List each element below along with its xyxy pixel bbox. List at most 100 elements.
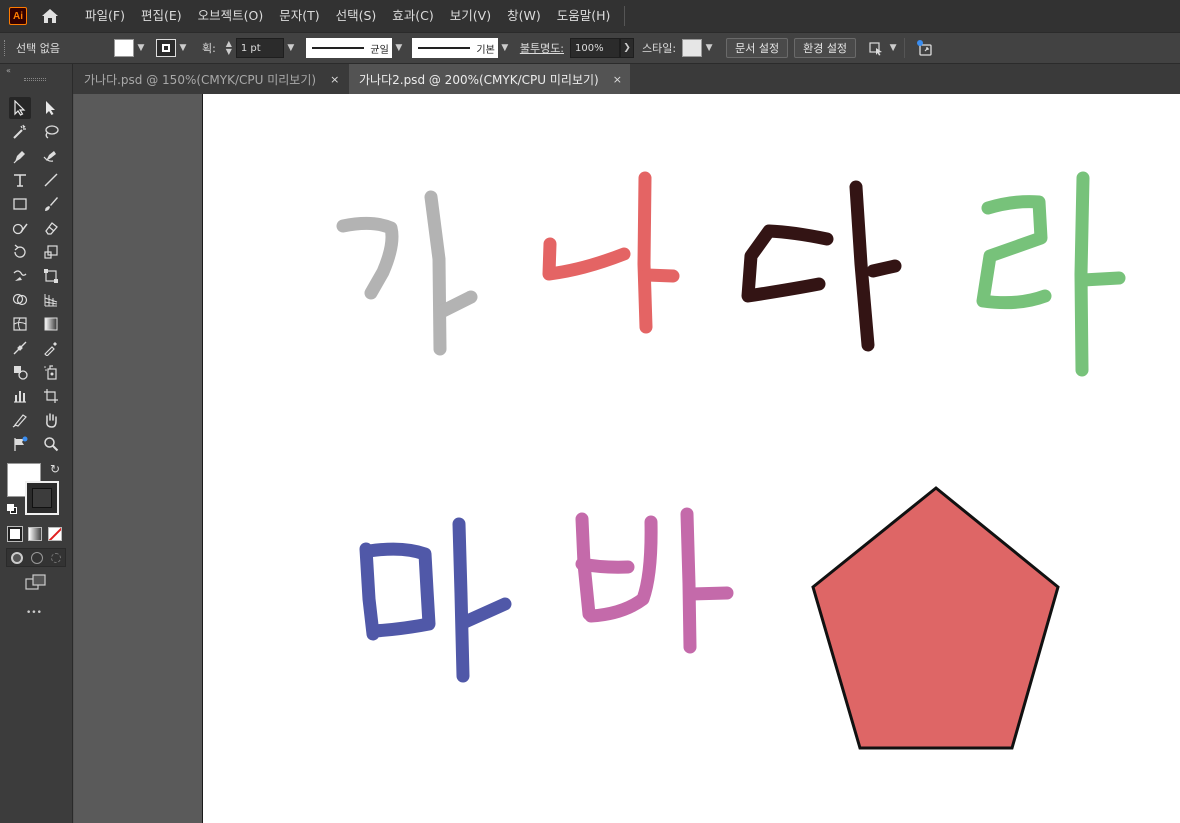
free-transform-tool-icon[interactable] — [40, 265, 62, 287]
symbol-sprayer-tool-icon[interactable] — [40, 361, 62, 383]
glyph-da[interactable] — [741, 180, 902, 352]
control-divider — [904, 38, 906, 58]
menu-edit[interactable]: 편집(E) — [133, 0, 190, 32]
share-icon[interactable] — [913, 38, 937, 58]
shaper-tool-icon[interactable] — [9, 217, 31, 239]
scale-tool-icon[interactable] — [40, 241, 62, 263]
fill-dropdown-icon[interactable]: ▼ — [134, 39, 148, 57]
draw-behind-icon[interactable] — [31, 551, 43, 564]
tab-document-1[interactable]: 가나다.psd @ 150%(CMYK/CPU 미리보기) × — [74, 64, 348, 94]
stroke-label: 획: — [202, 42, 216, 55]
menu-type[interactable]: 문자(T) — [271, 0, 327, 32]
opacity-field[interactable]: 100% — [570, 38, 621, 58]
tab-document-2[interactable]: 가나다2.psd @ 200%(CMYK/CPU 미리보기) × — [349, 64, 630, 94]
slice-tool-icon[interactable] — [9, 409, 31, 431]
color-mode-icon[interactable] — [7, 526, 23, 542]
stroke-color-swatch[interactable] — [25, 481, 59, 515]
draw-inside-icon[interactable] — [51, 552, 61, 563]
menu-help[interactable]: 도움말(H) — [549, 0, 619, 32]
close-icon[interactable]: × — [330, 73, 339, 86]
stroke-weight-field[interactable]: 1 pt — [235, 38, 284, 58]
style-dropdown-icon[interactable]: ▼ — [702, 39, 716, 57]
gradient-tool-icon[interactable] — [40, 313, 62, 335]
stroke-stepper-icon[interactable]: ▲ ▼ — [222, 40, 236, 56]
toolbox: « ↻ ••• — [0, 64, 73, 823]
artboard[interactable] — [202, 94, 1180, 823]
menu-file[interactable]: 파일(F) — [77, 0, 133, 32]
drawing-mode-group — [6, 548, 66, 567]
panel-grip[interactable] — [4, 40, 8, 56]
eyedropper-tool-icon[interactable] — [40, 337, 62, 359]
pen-tool-icon[interactable] — [9, 145, 31, 167]
style-label: 스타일: — [642, 42, 677, 55]
menu-object[interactable]: 오브젝트(O) — [190, 0, 272, 32]
puppet-warp-tool-icon[interactable] — [9, 433, 31, 455]
shape-builder-tool-icon[interactable] — [9, 289, 31, 311]
screen-mode-icon[interactable] — [25, 574, 47, 592]
menu-select[interactable]: 선택(S) — [328, 0, 385, 32]
zoom-tool-icon[interactable] — [40, 433, 62, 455]
glyph-ga[interactable] — [336, 190, 478, 356]
mesh-tool-icon[interactable] — [9, 313, 31, 335]
menu-view[interactable]: 보기(V) — [442, 0, 499, 32]
stroke-weight-dropdown-icon[interactable]: ▼ — [284, 39, 298, 57]
brush-label: 기본 — [476, 44, 495, 56]
artboard-tool-icon[interactable] — [40, 385, 62, 407]
blend-tool-icon[interactable] — [9, 337, 31, 359]
rectangle-tool-icon[interactable] — [9, 193, 31, 215]
artwork-layer — [336, 171, 1126, 750]
arrange-documents-icon[interactable] — [866, 38, 886, 58]
warp-tool-icon[interactable] — [9, 265, 31, 287]
line-segment-tool-icon[interactable] — [40, 169, 62, 191]
graphic-style-swatch[interactable] — [682, 39, 703, 57]
glyph-ba[interactable] — [575, 507, 734, 654]
home-icon[interactable] — [39, 5, 61, 27]
type-tool-icon[interactable] — [9, 169, 31, 191]
glyph-na[interactable] — [542, 171, 680, 334]
profile-dropdown-icon[interactable]: ▼ — [392, 39, 406, 57]
brush-dropdown-icon[interactable]: ▼ — [498, 39, 512, 57]
tab-label: 가나다.psd @ 150%(CMYK/CPU 미리보기) — [84, 72, 317, 87]
curvature-tool-icon[interactable] — [40, 145, 62, 167]
menu-effect[interactable]: 효과(C) — [384, 0, 441, 32]
document-setup-button[interactable]: 문서 설정 — [726, 38, 789, 58]
edit-toolbar-icon[interactable]: ••• — [26, 608, 42, 618]
opacity-slider-icon[interactable]: ❯ — [620, 38, 635, 58]
stroke-dropdown-icon[interactable]: ▼ — [176, 39, 190, 57]
perspective-grid-tool-icon[interactable] — [40, 289, 62, 311]
glyph-ma[interactable] — [359, 517, 512, 683]
default-colors-icon[interactable] — [7, 504, 17, 514]
preferences-button[interactable]: 환경 설정 — [794, 38, 857, 58]
brush-definition[interactable]: 기본 — [411, 38, 498, 58]
direct-selection-tool-icon[interactable] — [40, 97, 62, 119]
fill-swatch[interactable] — [114, 39, 134, 57]
live-paint-bucket-icon[interactable] — [9, 361, 31, 383]
variable-width-profile[interactable]: 균일 — [305, 38, 392, 58]
column-graph-tool-icon[interactable] — [9, 385, 31, 407]
control-bar: 선택 없음 ▼ ▼ 획: ▲ ▼ 1 pt ▼ 균일 ▼ 기본 ▼ 불투명도: 1… — [0, 32, 1180, 64]
glyph-ra[interactable] — [976, 171, 1126, 377]
close-icon[interactable]: × — [613, 73, 622, 86]
main-menu: 파일(F) 편집(E) 오브젝트(O) 문자(T) 선택(S) 효과(C) 보기… — [77, 0, 618, 32]
selection-tool-icon[interactable] — [9, 97, 31, 119]
stroke-swatch[interactable] — [156, 39, 176, 57]
gradient-mode-icon[interactable] — [28, 527, 42, 541]
menu-divider — [624, 6, 626, 26]
arrange-dropdown-icon[interactable]: ▼ — [886, 39, 900, 57]
document-tab-bar: 가나다.psd @ 150%(CMYK/CPU 미리보기) × 가나다2.psd… — [0, 64, 1180, 94]
hand-tool-icon[interactable] — [40, 409, 62, 431]
none-mode-icon[interactable] — [48, 527, 62, 541]
swap-fill-stroke-icon[interactable]: ↻ — [50, 462, 60, 476]
tab-label: 가나다2.psd @ 200%(CMYK/CPU 미리보기) — [359, 72, 599, 87]
eraser-tool-icon[interactable] — [40, 217, 62, 239]
toolbox-grip[interactable] — [24, 78, 46, 81]
pentagon-shape[interactable] — [811, 486, 1060, 750]
paintbrush-tool-icon[interactable] — [40, 193, 62, 215]
draw-normal-icon[interactable] — [11, 551, 23, 564]
opacity-label[interactable]: 불투명도: — [520, 40, 564, 56]
magic-wand-tool-icon[interactable] — [9, 121, 31, 143]
menu-window[interactable]: 창(W) — [499, 0, 549, 32]
lasso-tool-icon[interactable] — [40, 121, 62, 143]
collapse-toolbox-icon[interactable]: « — [6, 66, 11, 75]
rotate-tool-icon[interactable] — [9, 241, 31, 263]
